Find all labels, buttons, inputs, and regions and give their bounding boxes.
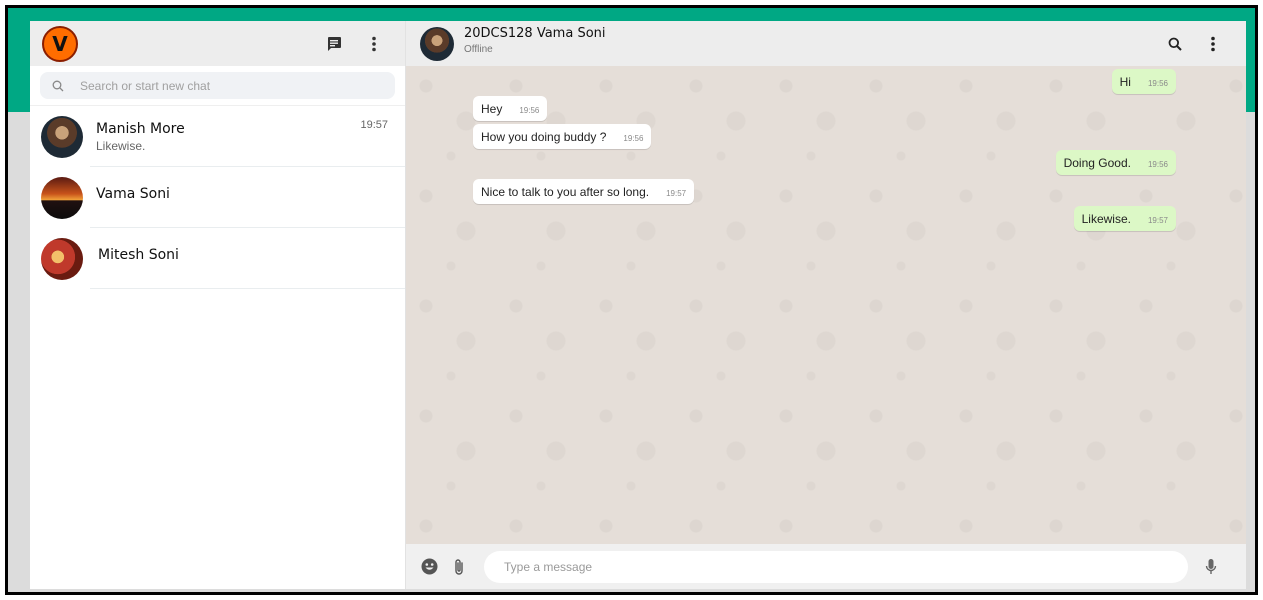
message-text: Hey [481, 101, 503, 116]
search-box [40, 72, 395, 99]
message-composer [406, 544, 1246, 589]
emoji-icon[interactable] [420, 558, 438, 576]
contact-avatar [41, 176, 83, 219]
menu-icon[interactable] [365, 35, 383, 53]
contact-avatar [41, 237, 83, 280]
chat-list-item[interactable]: Vama Soni [30, 167, 405, 228]
contact-name: Mitesh Soni [98, 246, 179, 263]
message-text: Likewise. [1081, 211, 1131, 226]
menu-icon[interactable] [1204, 35, 1222, 53]
message-bubble-outgoing: Hi 19:56 [1111, 69, 1176, 94]
chat-app: V Search or start new chat Manish More L… [30, 21, 1246, 589]
chat-list-item[interactable]: Manish More Likewise. 19:57 [30, 106, 405, 167]
sidebar-header: V [30, 21, 405, 66]
conversation-title: 20DCS128 Vama Soni [464, 26, 606, 41]
new-chat-icon[interactable] [325, 35, 343, 53]
contact-avatar [41, 115, 83, 158]
search-bar [30, 66, 405, 106]
message-list: Hi 19:56 Hey 19:56 How you doing buddy ?… [406, 66, 1246, 544]
message-bubble-incoming: Hey 19:56 [473, 96, 548, 121]
search-input[interactable] [80, 78, 340, 93]
message-time: 19:56 [623, 134, 644, 143]
contact-name: Manish More [96, 120, 185, 137]
contact-name: Vama Soni [96, 185, 170, 202]
message-time: 19:56 [1147, 79, 1168, 88]
conversation-panel: 20DCS128 Vama Soni Offline Hi 19:56 Hey … [406, 21, 1246, 589]
attach-icon[interactable] [450, 558, 468, 576]
message-bubble-outgoing: Doing Good. 19:56 [1055, 150, 1176, 175]
message-time: 19:56 [1147, 160, 1168, 169]
chat-list-item[interactable]: Mitesh Soni [30, 228, 405, 289]
message-text: Hi [1119, 74, 1131, 89]
contact-status: Offline [464, 44, 493, 55]
window-frame: V Search or start new chat Manish More L… [5, 5, 1258, 595]
message-time: 19:57 [1147, 216, 1168, 225]
message-text: How you doing buddy ? [481, 129, 607, 144]
message-time: 19:57 [666, 189, 687, 198]
search-icon [52, 79, 64, 97]
search-icon[interactable] [1166, 35, 1184, 53]
sidebar: V Search or start new chat Manish More L… [30, 21, 406, 589]
message-bubble-outgoing: Likewise. 19:57 [1073, 206, 1176, 231]
message-text: Nice to talk to you after so long. [481, 184, 650, 199]
message-bubble-incoming: Nice to talk to you after so long. 19:57 [473, 179, 695, 204]
user-avatar[interactable]: V [42, 25, 78, 62]
message-text: Doing Good. [1063, 155, 1131, 170]
last-message: Likewise. [96, 138, 146, 153]
message-input[interactable] [484, 550, 1188, 583]
message-bubble-incoming: How you doing buddy ? 19:56 [473, 124, 652, 149]
last-message-time: 19:57 [360, 119, 388, 131]
divider [90, 288, 405, 289]
message-time: 19:56 [519, 106, 540, 115]
conversation-header[interactable]: 20DCS128 Vama Soni Offline [406, 21, 1246, 66]
microphone-icon[interactable] [1202, 558, 1220, 576]
contact-avatar[interactable] [420, 26, 454, 61]
